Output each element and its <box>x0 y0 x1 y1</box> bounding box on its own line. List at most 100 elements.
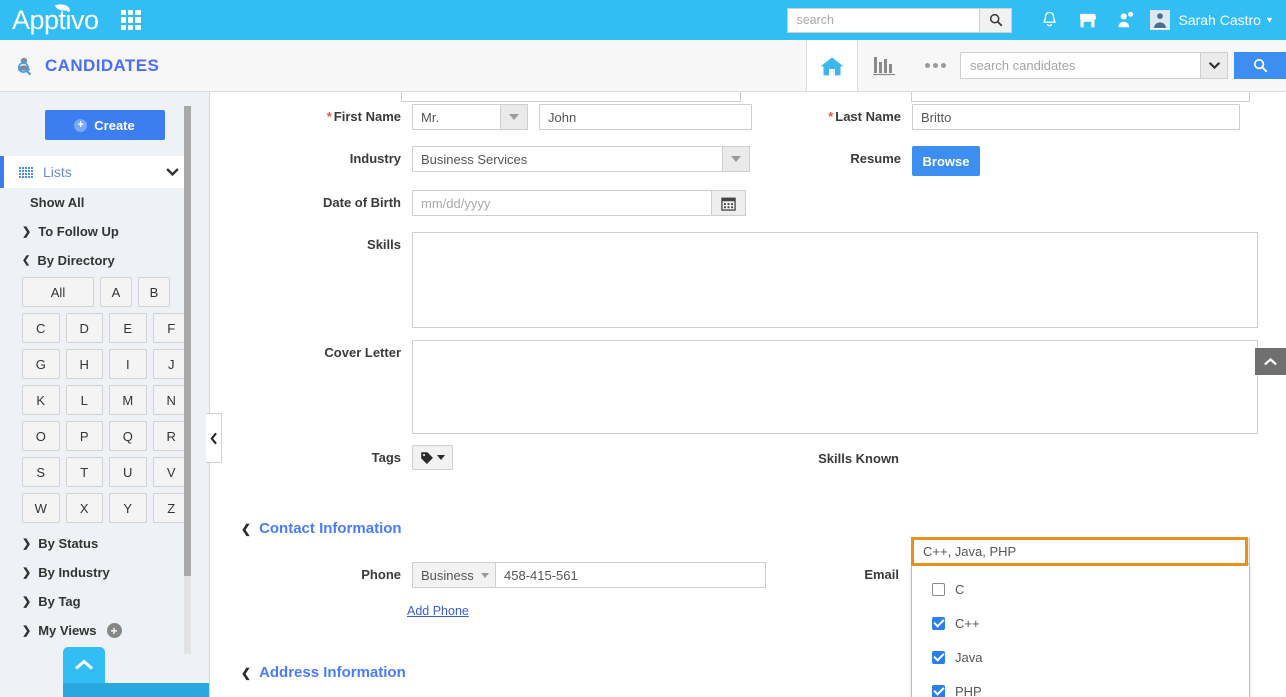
cover-letter-textarea[interactable] <box>412 340 1258 434</box>
skills-known-option-c[interactable]: C <box>912 572 1249 606</box>
alpha-row: G H I J <box>22 349 190 379</box>
alpha-button-d[interactable]: D <box>66 313 104 343</box>
sidebar: + Create Lists Show All ❯ To Follow Up ❮… <box>0 92 210 697</box>
create-button[interactable]: + Create <box>45 110 165 140</box>
sidebar-item-by-directory[interactable]: ❮ By Directory <box>0 246 209 275</box>
candidate-search-button[interactable] <box>1234 52 1286 79</box>
sidebar-collapse-handle[interactable] <box>206 413 222 463</box>
alpha-button-l[interactable]: L <box>66 385 104 415</box>
sidebar-item-by-industry[interactable]: ❯ By Industry <box>0 558 209 587</box>
alpha-button-g[interactable]: G <box>22 349 60 379</box>
alpha-button-x[interactable]: X <box>66 493 104 523</box>
apptivo-logo[interactable]: Apptivo <box>12 5 99 36</box>
industry-dropdown-arrow[interactable] <box>722 146 750 172</box>
salutation-dropdown-arrow[interactable] <box>500 104 528 130</box>
sidebar-item-label-by-industry: By Industry <box>38 565 110 580</box>
alpha-button-i[interactable]: I <box>109 349 147 379</box>
sidebar-item-by-tag[interactable]: ❯ By Tag <box>0 587 209 616</box>
address-information-section-header[interactable]: ❮ Address Information <box>241 664 406 681</box>
skills-label: Skills <box>211 232 401 258</box>
alpha-button-p[interactable]: P <box>66 421 104 451</box>
browse-button[interactable]: Browse <box>912 146 980 176</box>
home-tab[interactable] <box>806 40 858 91</box>
phone-type-select[interactable]: Business <box>412 562 496 588</box>
alpha-button-o[interactable]: O <box>22 421 60 451</box>
create-button-label: Create <box>94 118 134 133</box>
dob-input[interactable] <box>412 190 712 216</box>
add-phone-link[interactable]: Add Phone <box>407 604 469 618</box>
phone-type-dropdown-arrow[interactable] <box>474 562 496 588</box>
bottom-blue-bar <box>63 683 210 697</box>
sidebar-item-by-status[interactable]: ❯ By Status <box>0 529 209 558</box>
checkbox-php[interactable] <box>932 685 945 697</box>
tags-button[interactable] <box>412 445 453 470</box>
sidebar-item-lists[interactable]: Lists <box>0 156 190 188</box>
skills-textarea[interactable] <box>412 232 1258 328</box>
sidebar-item-my-views[interactable]: ❯ My Views + <box>0 616 209 645</box>
user-name: Sarah Castro <box>1178 12 1260 28</box>
notifications-button[interactable] <box>1030 11 1068 29</box>
first-name-input[interactable] <box>539 104 752 130</box>
alpha-button-w[interactable]: W <box>22 493 60 523</box>
skills-known-option-cpp[interactable]: C++ <box>912 606 1249 640</box>
sidebar-item-show-all[interactable]: Show All <box>0 188 209 217</box>
chevron-right-icon: ❯ <box>22 566 31 579</box>
dob-field <box>412 190 746 216</box>
alpha-button-k[interactable]: K <box>22 385 60 415</box>
phone-label: Phone <box>211 562 401 588</box>
skills-known-option-php[interactable]: PHP <box>912 674 1249 697</box>
add-view-button[interactable]: + <box>107 623 122 638</box>
chevron-down-icon: ❮ <box>22 255 30 266</box>
triangle-down-icon <box>437 455 445 460</box>
last-name-input[interactable] <box>912 104 1240 130</box>
apps-grid-icon[interactable] <box>121 10 141 30</box>
contact-information-section-header[interactable]: ❮ Contact Information <box>241 520 402 537</box>
candidate-search-dropdown[interactable] <box>1200 52 1228 79</box>
sidebar-scrollbar-thumb[interactable] <box>184 106 191 576</box>
alpha-button-t[interactable]: T <box>66 457 104 487</box>
alpha-button-m[interactable]: M <box>109 385 147 415</box>
user-menu[interactable]: Sarah Castro ▾ <box>1150 10 1272 30</box>
calendar-button[interactable] <box>712 190 746 216</box>
salutation-select[interactable]: Mr. <box>412 104 528 130</box>
checkbox-java[interactable] <box>932 651 945 664</box>
alpha-button-b[interactable]: B <box>138 277 170 307</box>
alpha-button-u[interactable]: U <box>109 457 147 487</box>
alpha-button-a[interactable]: A <box>100 277 132 307</box>
chevron-right-icon: ❯ <box>22 595 31 608</box>
candidate-search-input[interactable] <box>960 52 1200 79</box>
add-person-button[interactable] <box>1106 11 1144 29</box>
triangle-down-icon <box>509 114 519 120</box>
skills-known-option-label: C++ <box>955 616 980 631</box>
alpha-button-s[interactable]: S <box>22 457 60 487</box>
phone-input[interactable] <box>496 562 766 588</box>
marketplace-button[interactable] <box>1068 12 1106 29</box>
scroll-up-tab[interactable] <box>63 647 105 683</box>
alpha-button-h[interactable]: H <box>66 349 104 379</box>
checkbox-c[interactable] <box>932 583 945 596</box>
alpha-button-y[interactable]: Y <box>109 493 147 523</box>
industry-label: Industry <box>211 146 401 172</box>
person-add-icon <box>1116 11 1134 29</box>
alpha-row: K L M N <box>22 385 190 415</box>
scroll-to-top-button[interactable] <box>1255 348 1286 375</box>
more-dots-icon[interactable] <box>910 40 960 91</box>
page-title-text: CANDIDATES <box>45 56 159 76</box>
global-search-input[interactable] <box>787 8 979 33</box>
skills-known-input[interactable]: C++, Java, PHP <box>911 537 1248 566</box>
reports-tab[interactable] <box>858 40 910 91</box>
last-name-row: *Last Name <box>771 104 1240 130</box>
alpha-row: O P Q R <box>22 421 190 451</box>
candidate-search <box>960 40 1286 91</box>
sidebar-item-to-follow-up[interactable]: ❯ To Follow Up <box>0 217 209 246</box>
alpha-button-q[interactable]: Q <box>109 421 147 451</box>
alpha-button-e[interactable]: E <box>109 313 147 343</box>
sidebar-scrollbar[interactable] <box>184 106 191 654</box>
alpha-button-c[interactable]: C <box>22 313 60 343</box>
industry-select[interactable]: Business Services <box>412 146 750 172</box>
checkbox-cpp[interactable] <box>932 617 945 630</box>
global-search-button[interactable] <box>979 8 1012 33</box>
skills-known-option-java[interactable]: Java <box>912 640 1249 674</box>
tags-label: Tags <box>211 445 401 471</box>
alpha-button-all[interactable]: All <box>22 277 94 307</box>
